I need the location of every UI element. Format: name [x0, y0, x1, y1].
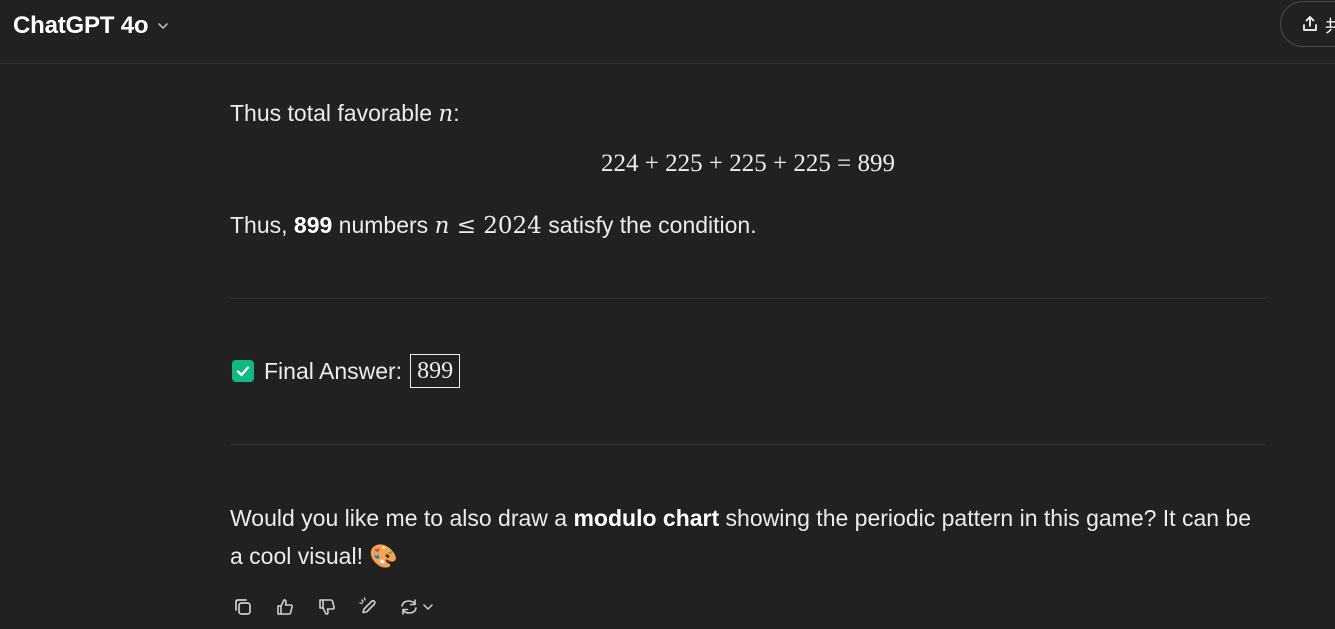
model-selector[interactable]: ChatGPT 4o — [13, 9, 170, 43]
thumbs-down-button[interactable] — [314, 593, 356, 621]
followup-bold: modulo chart — [573, 505, 720, 531]
final-answer-label: Final Answer: — [264, 357, 403, 384]
top-bar: ChatGPT 4o 共 — [0, 0, 1335, 64]
thumbs-down-icon — [319, 599, 335, 615]
followup-question: Would you like me to also draw a modulo … — [230, 499, 1266, 575]
divider-2 — [230, 444, 1266, 445]
math-var-n2: n — [434, 213, 450, 239]
palette-emoji: 🎨 — [369, 543, 398, 569]
copy-button[interactable] — [230, 593, 272, 621]
bold-count: 899 — [293, 212, 333, 238]
regenerate-icon — [401, 599, 417, 615]
share-icon — [1303, 16, 1317, 31]
total-favorable-line: Thus total favorable n: — [230, 94, 460, 133]
conclusion-line: Thus, 899 numbers n ≤ 2024 satisfy the c… — [230, 206, 757, 245]
copy-icon — [235, 599, 251, 615]
thumbs-up-icon — [277, 599, 293, 615]
followup-prefix: Would you like me to also draw a — [230, 505, 574, 531]
line1-text: Thus total favorable — [230, 100, 439, 126]
message-actions — [230, 593, 434, 621]
line3-prefix: Thus, — [230, 212, 294, 238]
thumbs-up-button[interactable] — [272, 593, 314, 621]
share-button[interactable]: 共 — [1280, 1, 1335, 47]
boxed-answer: 899 — [410, 354, 461, 388]
final-answer-row: Final Answer: 899 — [232, 354, 461, 388]
math-var-n: n — [438, 101, 454, 127]
chevron-down-icon — [158, 23, 169, 29]
model-name: ChatGPT 4o — [13, 12, 149, 39]
line3-suffix: satisfy the condition. — [541, 212, 757, 238]
chevron-down-icon — [423, 604, 433, 610]
regenerate-button[interactable] — [398, 596, 434, 618]
line3-mid: numbers — [332, 212, 435, 238]
edit-canvas-icon — [359, 597, 376, 614]
edit-canvas-button[interactable] — [356, 593, 398, 621]
sum-equation: 224 + 225 + 225 + 225 = 899 — [601, 150, 895, 177]
line1-suffix: : — [453, 100, 460, 126]
divider — [230, 298, 1266, 299]
check-mark-icon — [232, 360, 254, 382]
math-inequality: ≤ 2024 — [449, 213, 542, 239]
share-label: 共 — [1325, 16, 1335, 36]
